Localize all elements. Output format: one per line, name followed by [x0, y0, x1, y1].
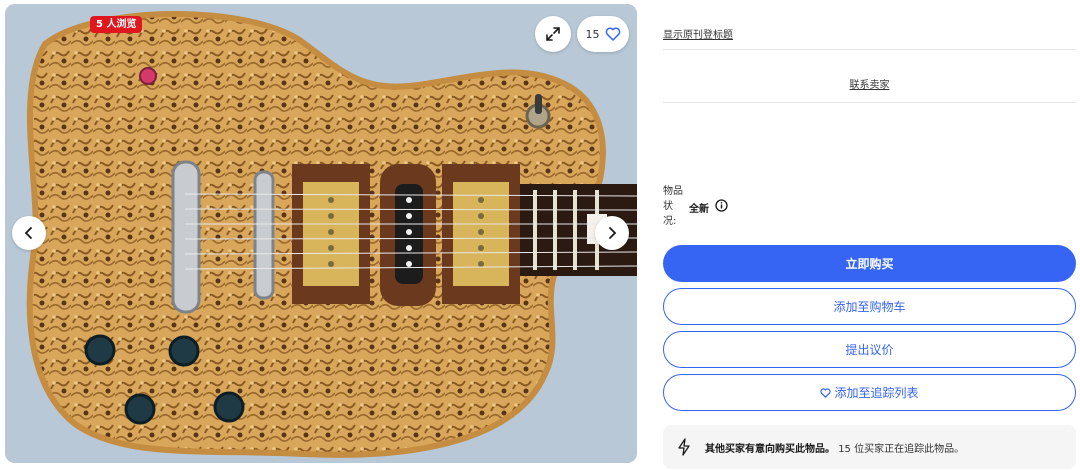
lightning-icon	[678, 438, 690, 456]
divider	[663, 102, 1076, 103]
watchers-count-text: 15 位买家正在追踪此物品。	[838, 443, 965, 455]
chevron-left-icon	[24, 227, 32, 239]
image-gallery[interactable]: 5 人浏览 15	[5, 4, 637, 463]
buyer-interest-bold: 其他买家有意向购买此物品。	[705, 443, 835, 455]
add-to-cart-button[interactable]: 添加至购物车	[663, 288, 1076, 325]
next-image-button[interactable]	[595, 216, 629, 250]
heart-icon	[820, 387, 832, 398]
condition-label: 物品状况:	[663, 186, 683, 227]
purchase-panel: 显示原刊登标题 联系卖家 物品状况: 全新 立即购买 添加至购物车 提出议价 添…	[663, 0, 1076, 470]
buyer-interest-text: 其他买家有意向购买此物品。 15 位买家正在追踪此物品。	[705, 440, 964, 455]
divider	[663, 49, 1076, 50]
expand-icon	[546, 27, 560, 41]
add-to-watchlist-label: 添加至追踪列表	[834, 386, 919, 400]
add-to-watchlist-button[interactable]: 添加至追踪列表	[663, 374, 1076, 411]
previous-image-button[interactable]	[12, 216, 46, 250]
buyer-interest-notice: 其他买家有意向购买此物品。 15 位买家正在追踪此物品。	[663, 425, 1076, 469]
heart-icon	[605, 27, 620, 41]
expand-image-button[interactable]	[535, 16, 571, 52]
contact-seller-link[interactable]: 联系卖家	[663, 76, 1076, 91]
make-offer-button[interactable]: 提出议价	[663, 331, 1076, 368]
condition-value: 全新	[689, 204, 709, 215]
info-icon[interactable]	[715, 199, 728, 212]
watch-count: 15	[585, 27, 600, 41]
show-original-title-link[interactable]: 显示原刊登标题	[663, 26, 733, 41]
product-photo	[5, 4, 637, 463]
chevron-right-icon	[609, 227, 617, 239]
viewer-count-badge: 5 人浏览	[90, 16, 143, 33]
watch-count-button[interactable]: 15	[577, 16, 629, 52]
buy-now-button[interactable]: 立即购买	[663, 245, 1076, 282]
